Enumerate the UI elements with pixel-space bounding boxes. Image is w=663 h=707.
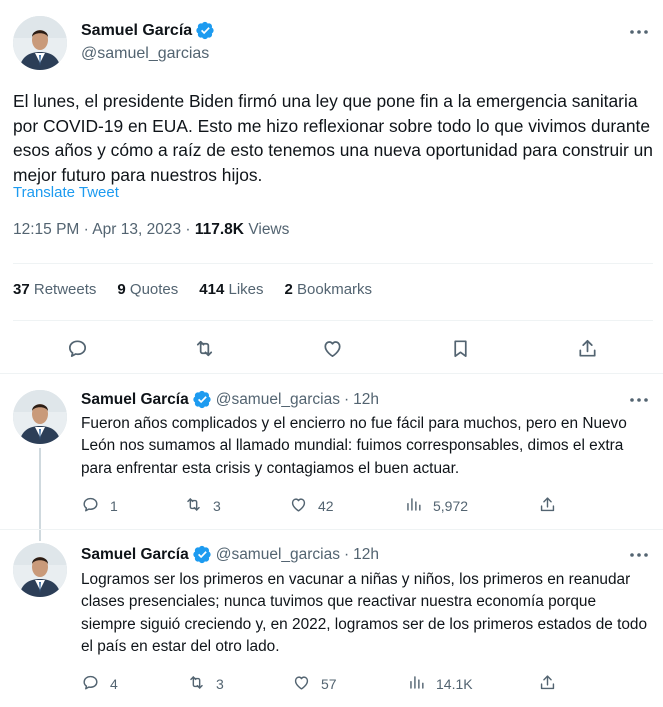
author-name[interactable]: Samuel García — [81, 21, 215, 40]
reply-count: 4 — [110, 676, 118, 692]
avatar[interactable] — [13, 543, 67, 597]
views-count: 5,972 — [433, 498, 469, 514]
share-icon — [538, 495, 557, 517]
retweets-label: Retweets — [33, 281, 97, 298]
divider — [0, 529, 663, 530]
bookmark-icon[interactable] — [446, 334, 474, 362]
views-icon — [404, 495, 423, 517]
reply-actions: 4 3 57 14.1K — [0, 673, 663, 695]
views-button[interactable]: 14.1K — [407, 673, 473, 695]
retweet-count: 3 — [216, 676, 224, 692]
tweet-stats: 37 Retweets 9 Quotes 414 Likes 2 Bookmar… — [13, 281, 393, 298]
views-label: Views — [248, 221, 290, 238]
retweets-stat[interactable]: 37 Retweets — [13, 281, 96, 298]
likes-label: Likes — [228, 281, 264, 298]
reply-header: Samuel García @samuel_garcias · 12h — [81, 545, 379, 564]
views-icon — [407, 673, 426, 695]
tweet-time[interactable]: 12:15 PM — [13, 221, 79, 238]
divider — [13, 263, 653, 264]
author-handle[interactable]: @samuel_garcias — [216, 546, 340, 564]
tweet-meta: 12:15 PM · Apr 13, 2023 · 117.8K Views — [13, 221, 289, 239]
like-button[interactable]: 42 — [289, 495, 334, 517]
retweet-button[interactable]: 3 — [184, 495, 221, 517]
reply-tweet[interactable]: Samuel García @samuel_garcias · 12h Fuer… — [0, 374, 663, 529]
reply-icon — [81, 495, 100, 517]
likes-stat[interactable]: 414 Likes — [199, 281, 263, 298]
bookmarks-stat[interactable]: 2 Bookmarks — [285, 281, 373, 298]
quotes-stat[interactable]: 9 Quotes — [117, 281, 178, 298]
like-icon — [292, 673, 311, 695]
retweet-button[interactable]: 3 — [187, 673, 224, 695]
quotes-label: Quotes — [129, 281, 179, 298]
reply-button[interactable]: 1 — [81, 495, 118, 517]
views-count: 117.8K — [194, 221, 244, 238]
tweet-age[interactable]: 12h — [353, 546, 379, 564]
bookmarks-label: Bookmarks — [297, 281, 373, 298]
translate-tweet-link[interactable]: Translate Tweet — [13, 184, 119, 201]
views-count: 14.1K — [436, 676, 473, 692]
more-icon[interactable] — [627, 22, 651, 42]
avatar[interactable] — [13, 16, 67, 70]
divider — [13, 320, 653, 321]
reply-icon — [81, 673, 100, 695]
retweet-icon[interactable] — [190, 334, 218, 362]
reply-actions: 1 3 42 5,972 — [0, 495, 663, 517]
verified-badge-icon — [193, 545, 212, 564]
verified-badge-icon — [196, 21, 215, 40]
reply-text: Logramos ser los primeros en vacunar a n… — [81, 571, 648, 656]
retweet-count: 3 — [213, 498, 221, 514]
reply-button[interactable]: 4 — [81, 673, 118, 695]
avatar[interactable] — [13, 390, 67, 444]
reply-header: Samuel García @samuel_garcias · 12h — [81, 390, 379, 409]
tweet-age[interactable]: 12h — [353, 391, 379, 409]
like-icon — [289, 495, 308, 517]
meta-separator: · — [83, 221, 89, 238]
bookmarks-count: 2 — [284, 281, 293, 298]
retweets-count: 37 — [13, 281, 30, 298]
retweet-icon — [187, 673, 206, 695]
likes-count: 414 — [199, 281, 225, 298]
meta-separator: · — [344, 545, 350, 563]
meta-separator: · — [344, 390, 350, 408]
share-icon[interactable] — [573, 334, 601, 362]
reply-text: Fueron años complicados y el encierro no… — [81, 415, 627, 477]
tweet-date[interactable]: Apr 13, 2023 — [92, 221, 181, 238]
tweet-actions — [0, 334, 663, 362]
share-icon — [538, 673, 557, 695]
reply-count: 1 — [110, 498, 118, 514]
reply-tweet[interactable]: Samuel García @samuel_garcias · 12h Logr… — [0, 529, 663, 707]
reply-icon[interactable] — [63, 334, 91, 362]
share-button[interactable] — [538, 495, 557, 517]
author-handle[interactable]: @samuel_garcias — [216, 391, 340, 409]
author-name[interactable]: Samuel García — [81, 546, 189, 564]
quotes-count: 9 — [117, 281, 126, 298]
like-count: 42 — [318, 498, 334, 514]
retweet-icon — [184, 495, 203, 517]
thread-line — [39, 529, 41, 541]
more-icon[interactable] — [627, 390, 651, 410]
author-name-text[interactable]: Samuel García — [81, 22, 192, 40]
views-button[interactable]: 5,972 — [404, 495, 468, 517]
author-name[interactable]: Samuel García — [81, 391, 189, 409]
like-count: 57 — [321, 676, 337, 692]
tweet-text: El lunes, el presidente Biden firmó una … — [13, 91, 653, 185]
like-button[interactable]: 57 — [292, 673, 337, 695]
share-button[interactable] — [538, 673, 557, 695]
meta-separator: · — [185, 221, 191, 238]
author-handle[interactable]: @samuel_garcias — [81, 45, 209, 63]
more-icon[interactable] — [627, 545, 651, 565]
verified-badge-icon — [193, 390, 212, 409]
like-icon[interactable] — [318, 334, 346, 362]
